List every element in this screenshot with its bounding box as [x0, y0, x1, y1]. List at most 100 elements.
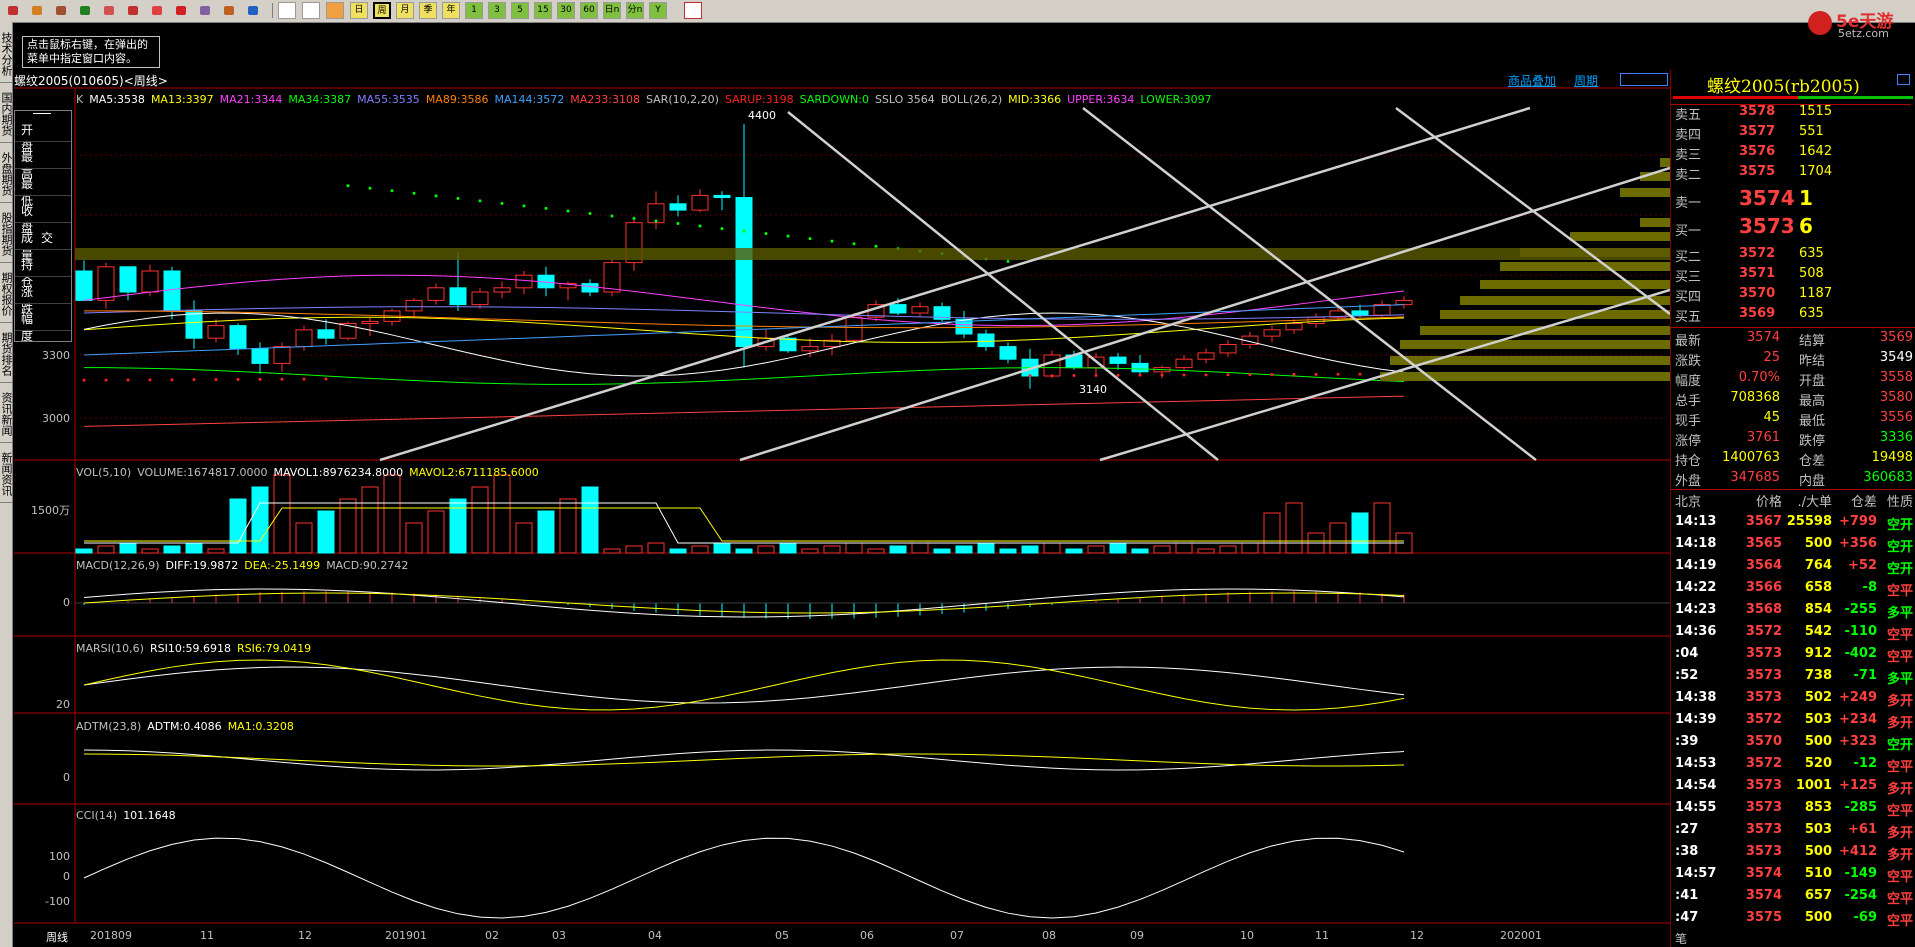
tick-row-8[interactable]: 14:38 3573 502 +249 多开: [1675, 690, 1915, 712]
sar-dot-50: [1182, 373, 1186, 377]
stat-label-2: 内盘: [1799, 474, 1826, 489]
stat-row-3: 总手 708368 最高 3580: [1675, 390, 1915, 410]
stat-value: 3761: [1746, 430, 1780, 445]
tick-nature: 空开: [1886, 540, 1913, 555]
ask1-row[interactable]: 卖一 3574 1: [1675, 186, 1915, 216]
volume-bar-5: [185, 542, 203, 554]
sar-dot-36: [874, 244, 878, 248]
rsi-legend-item-1: RSI10:59.6918: [149, 642, 232, 655]
tick-time: :38: [1675, 844, 1699, 859]
adtm-legend-item-1: ADTM:0.4086: [147, 720, 222, 733]
tick-row-1[interactable]: 14:18 3565 500 +356 空开: [1675, 536, 1915, 558]
volume-bar-54: [1263, 512, 1281, 554]
candle-body-30: [735, 197, 753, 348]
ask-row-2[interactable]: 卖三 3576 1642: [1675, 144, 1915, 164]
x-axis-label-7: 05: [775, 929, 789, 942]
stat-value: 25: [1763, 350, 1780, 365]
sar-dot-25: [632, 217, 636, 220]
sar-dot-18: [478, 199, 482, 203]
ask-volume: 1704: [1799, 164, 1833, 179]
sar-dot-0: [82, 378, 86, 382]
tick-footer[interactable]: 笔: [1675, 930, 1687, 947]
ask-row-1[interactable]: 卖四 3577 551: [1675, 124, 1915, 144]
bid-row-0[interactable]: 买二 3572 635: [1675, 246, 1915, 266]
ohlc-sep-1: [15, 168, 71, 169]
tick-time: 14:19: [1675, 558, 1717, 573]
stat-label: 总手: [1675, 394, 1702, 409]
bid-row-1[interactable]: 买三 3571 508: [1675, 266, 1915, 286]
ohlc-sep-4: [15, 249, 71, 250]
volume-bar-29: [713, 542, 731, 554]
adtm-ma1-line: [83, 753, 1405, 767]
sar-dot-47: [1116, 373, 1120, 377]
candle-body-13: [361, 320, 379, 324]
tick-time: 14:55: [1675, 800, 1717, 815]
volume-bar-40: [955, 545, 973, 554]
stat-label-2: 跌停: [1799, 434, 1826, 449]
volume-bar-4: [163, 545, 181, 554]
tick-time: :04: [1675, 646, 1699, 661]
tick-oi-change: -110: [1844, 624, 1877, 639]
candle-body-17: [449, 287, 467, 306]
bid-row-3[interactable]: 买五 3569 635: [1675, 306, 1915, 326]
tick-row-15[interactable]: :38 3573 500 +412 多开: [1675, 844, 1915, 866]
tick-volume: 738: [1804, 668, 1832, 683]
tick-row-13[interactable]: 14:55 3573 853 -285 空平: [1675, 800, 1915, 822]
volume-bar-36: [867, 548, 885, 554]
ask-volume: 1515: [1799, 104, 1833, 119]
tick-row-18[interactable]: :47 3575 500 -69 空平: [1675, 910, 1915, 932]
tick-row-9[interactable]: 14:39 3572 503 +234 多开: [1675, 712, 1915, 734]
sar-dot-44: [1050, 374, 1054, 378]
bid1-row[interactable]: 买一 3573 6: [1675, 214, 1915, 244]
quote-window-icon[interactable]: [1897, 74, 1910, 85]
tick-nature: 多开: [1886, 716, 1913, 731]
tick-row-5[interactable]: 14:36 3572 542 -110 空平: [1675, 624, 1915, 646]
tick-volume: 510: [1804, 866, 1832, 881]
stat-label-2: 昨结: [1799, 354, 1826, 369]
stat-row-2: 幅度 0.70% 开盘 3558: [1675, 370, 1915, 390]
vol-legend-item-2: MAVOL1:8976234.8000: [273, 466, 404, 479]
tick-row-11[interactable]: 14:53 3572 520 -12 空平: [1675, 756, 1915, 778]
candle-body-6: [207, 325, 225, 339]
tick-row-7[interactable]: :52 3573 738 -71 多平: [1675, 668, 1915, 690]
tick-time: 14:23: [1675, 602, 1717, 617]
sar-dot-24: [610, 214, 614, 218]
tick-volume: 500: [1804, 910, 1832, 925]
tick-volume: 1001: [1795, 778, 1832, 793]
tick-row-6[interactable]: :04 3573 912 -402 空平: [1675, 646, 1915, 668]
candle-body-48: [1131, 362, 1149, 373]
volume-bar-28: [691, 545, 709, 554]
tick-row-2[interactable]: 14:19 3564 764 +52 空开: [1675, 558, 1915, 580]
tick-row-3[interactable]: 14:22 3566 658 -8 空平: [1675, 580, 1915, 602]
tick-volume: 520: [1804, 756, 1832, 771]
x-axis-period-label[interactable]: 周线: [46, 929, 68, 945]
bid-row-2[interactable]: 买四 3570 1187: [1675, 286, 1915, 306]
tick-time: :39: [1675, 734, 1699, 749]
stat-value-2: 3336: [1879, 430, 1913, 445]
stat-row-7: 外盘 347685 内盘 360683: [1675, 470, 1915, 490]
ask-row-0[interactable]: 卖五 3578 1515: [1675, 104, 1915, 124]
ask-row-3[interactable]: 卖二 3575 1704: [1675, 164, 1915, 184]
bid-price: 3572: [1739, 246, 1776, 261]
candle-body-42: [999, 346, 1017, 360]
stat-value-2: 3569: [1879, 330, 1913, 345]
x-axis-label-15: 202001: [1500, 929, 1542, 942]
tick-row-12[interactable]: 14:54 3573 1001 +125 多开: [1675, 778, 1915, 800]
brand-site: 5etz.com: [1838, 27, 1889, 40]
stat-value: 347685: [1730, 470, 1780, 485]
tick-row-4[interactable]: 14:23 3568 854 -255 多平: [1675, 602, 1915, 624]
ma-legend-item-13: BOLL(26,2): [940, 93, 1003, 106]
tick-row-10[interactable]: :39 3570 500 +323 空开: [1675, 734, 1915, 756]
volume-bar-55: [1285, 502, 1303, 554]
stat-row-6: 持仓 1400763 仓差 19498: [1675, 450, 1915, 470]
ask1-price: 3574: [1739, 186, 1795, 210]
tick-row-0[interactable]: 14:13 3567 25598 +799 空开: [1675, 514, 1915, 536]
sar-dot-9: [280, 377, 284, 381]
macd-legend-item-1: DIFF:19.9872: [165, 559, 239, 572]
tick-row-16[interactable]: 14:57 3574 510 -149 空平: [1675, 866, 1915, 888]
tick-volume: 658: [1804, 580, 1832, 595]
tick-header-1: 价格: [1755, 495, 1782, 510]
tick-row-17[interactable]: :41 3574 657 -254 空平: [1675, 888, 1915, 910]
tick-row-14[interactable]: :27 3573 503 +61 多开: [1675, 822, 1915, 844]
volume-bar-35: [845, 542, 863, 554]
